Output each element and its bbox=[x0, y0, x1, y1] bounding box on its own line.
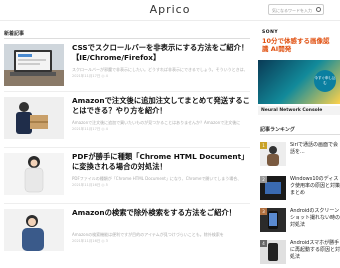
rank-badge: 1 bbox=[260, 142, 267, 149]
article-thumbnail[interactable] bbox=[4, 153, 64, 195]
ranking-item[interactable]: 3 Androidのスクリーンショット撮れない時の対処法 bbox=[260, 208, 340, 236]
ranking-item-title[interactable]: Siriで通話の画面で会話を... bbox=[290, 142, 340, 156]
article-title[interactable]: PDFが勝手に種類「Chrome HTML Document」に変換される場合の… bbox=[72, 152, 252, 172]
article-divider bbox=[4, 147, 250, 148]
article-snippet: スクロールバーが邪魔で非表示にしたい。どうすれば非表示にできるでしょう。そういう… bbox=[72, 67, 248, 72]
ranking-item-title[interactable]: Androidスマホが勝手に再起動する原因と対処法 bbox=[290, 240, 340, 261]
article-card[interactable]: Amazonの検索で除外検索をする方法をご紹介！ Amazonの検索機能は便利で… bbox=[4, 208, 252, 255]
article-meta: 2021年11月17日 ◎ 4 bbox=[72, 127, 108, 131]
ranking-divider bbox=[260, 134, 340, 135]
article-meta: 2021年11月17日 ◎ 4 bbox=[72, 74, 108, 78]
article-snippet: Amazonの検索機能は便利ですが目的のアイテムが見つけづらいことも。除外検索を bbox=[72, 232, 224, 237]
rank-badge: 4 bbox=[260, 240, 267, 247]
article-card[interactable]: CSSでスクロールバーを非表示にする方法をご紹介！【IE/Chrome/Fire… bbox=[4, 43, 252, 90]
article-thumbnail[interactable] bbox=[4, 209, 64, 251]
ranking-title: 記事ランキング bbox=[260, 127, 295, 133]
ranking-thumbnail[interactable]: 1 bbox=[260, 142, 286, 166]
search-icon[interactable] bbox=[316, 7, 321, 12]
article-snippet: PDFファイルの種類が「Chrome HTML Document」になり、Chr… bbox=[72, 176, 242, 181]
ad-headline[interactable]: 10分で体感する画像認識 AI開発 bbox=[262, 37, 332, 53]
article-meta: 2021年11月16日 ◎ 3 bbox=[72, 239, 108, 243]
rank-badge: 3 bbox=[260, 208, 267, 215]
ranking-thumbnail[interactable]: 3 bbox=[260, 208, 286, 232]
ranking-thumbnail[interactable]: 4 bbox=[260, 240, 286, 264]
ranking-item[interactable]: 1 Siriで通話の画面で会話を... bbox=[260, 142, 340, 170]
ranking-thumbnail[interactable]: 2 bbox=[260, 176, 286, 200]
ad-cta-button[interactable]: 今すぐ申し込む bbox=[314, 70, 336, 92]
search-input[interactable]: 気になるワードを入力 bbox=[268, 4, 324, 15]
sidebar-ad[interactable]: SONY 10分で体感する画像認識 AI開発 今すぐ申し込む Neural Ne… bbox=[258, 26, 340, 120]
article-title[interactable]: Amazonの検索で除外検索をする方法をご紹介！ bbox=[72, 208, 252, 218]
ranking-item-title[interactable]: Windows10のディスク使用率の原因と対策まとめ bbox=[290, 176, 340, 197]
article-thumbnail[interactable] bbox=[4, 97, 64, 139]
search-placeholder: 気になるワードを入力 bbox=[272, 8, 312, 13]
site-header: Aprico 気になるワードを入力 bbox=[0, 0, 340, 21]
article-meta: 2021年11月16日 ◎ 5 bbox=[72, 183, 108, 187]
article-divider bbox=[4, 203, 250, 204]
article-title[interactable]: CSSでスクロールバーを非表示にする方法をご紹介！【IE/Chrome/Fire… bbox=[72, 43, 252, 63]
article-snippet: Amazonで注文後に追加で買いたいものが見つかることはありませんか？Amazo… bbox=[72, 120, 241, 125]
ranking-item[interactable]: 2 Windows10のディスク使用率の原因と対策まとめ bbox=[260, 176, 340, 204]
section-title: 新着記事 bbox=[4, 31, 25, 37]
article-card[interactable]: Amazonで注文後に追加注文してまとめて発送することはできる？やり方を紹介！ … bbox=[4, 96, 252, 143]
article-divider bbox=[4, 91, 250, 92]
rank-badge: 2 bbox=[260, 176, 267, 183]
ad-caption[interactable]: Neural Network Console bbox=[258, 106, 340, 115]
section-divider bbox=[4, 38, 250, 39]
article-title[interactable]: Amazonで注文後に追加注文してまとめて発送することはできる？やり方を紹介！ bbox=[72, 96, 252, 116]
ranking-item-title[interactable]: Androidのスクリーンショット撮れない時の対処法 bbox=[290, 208, 340, 229]
article-card[interactable]: PDFが勝手に種類「Chrome HTML Document」に変換される場合の… bbox=[4, 152, 252, 199]
article-thumbnail[interactable] bbox=[4, 44, 64, 86]
ad-brand: SONY bbox=[262, 30, 279, 35]
ad-image[interactable]: 今すぐ申し込む bbox=[258, 60, 340, 104]
